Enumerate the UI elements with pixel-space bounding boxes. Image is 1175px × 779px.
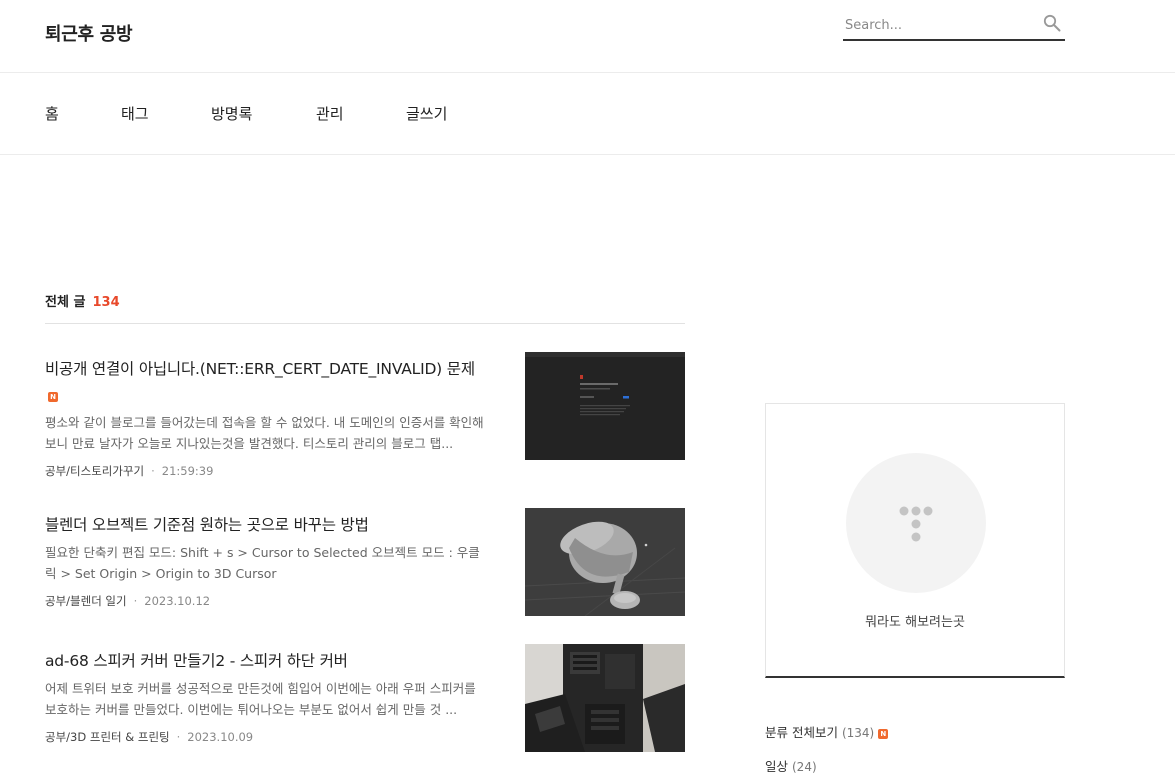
blog-title[interactable]: 퇴근후 공방 (45, 20, 133, 46)
post-title-text: ad-68 스피커 커버 만들기2 - 스피커 하단 커버 (45, 652, 348, 670)
post-list-label: 전체 글 (45, 295, 86, 310)
category-item-all[interactable]: 분류 전체보기 (134) N (765, 722, 1065, 756)
nav-item-tags[interactable]: 태그 (121, 103, 149, 124)
tistory-logo-icon (899, 506, 933, 542)
new-badge: N (48, 391, 58, 402)
post-list-heading: 전체 글 134 (45, 291, 685, 324)
nav-item-home[interactable]: 홈 (45, 103, 59, 124)
meta-separator: · (176, 730, 181, 744)
meta-separator: · (151, 464, 155, 478)
search-icon[interactable] (1043, 14, 1061, 32)
meta-separator: · (133, 594, 138, 608)
search-box (843, 10, 1065, 41)
post-category[interactable]: 공부/3D 프린터 & 프린팅 (45, 730, 170, 744)
blog-profile-card: 뭐라도 해보려는곳 (765, 403, 1065, 678)
post-category[interactable]: 공부/블렌더 일기 (45, 594, 127, 608)
post-title-text: 비공개 연결이 아닙니다.(NET::ERR_CERT_DATE_INVALID… (45, 360, 475, 378)
profile-description: 뭐라도 해보려는곳 (865, 615, 965, 630)
post-date: 2023.10.09 (187, 730, 254, 744)
post-thumbnail[interactable] (525, 508, 685, 616)
category-label: 일상 (765, 759, 789, 774)
post-title[interactable]: 비공개 연결이 아닙니다.(NET::ERR_CERT_DATE_INVALID… (45, 356, 485, 410)
search-input[interactable] (845, 16, 1035, 34)
post-date: 2023.10.12 (144, 594, 211, 608)
post-title[interactable]: 블렌더 오브젝트 기준점 원하는 곳으로 바꾸는 방법 (45, 512, 485, 539)
post-title-text: 블렌더 오브젝트 기준점 원하는 곳으로 바꾸는 방법 (45, 516, 369, 534)
main-nav: 홈 태그 방명록 관리 글쓰기 (0, 73, 1175, 155)
new-badge: N (878, 728, 889, 739)
top-bar: 퇴근후 공방 (0, 0, 1175, 73)
post-item[interactable]: 비공개 연결이 아닙니다.(NET::ERR_CERT_DATE_INVALID… (45, 352, 685, 481)
nav-item-write[interactable]: 글쓰기 (406, 103, 447, 124)
post-date: 21:59:39 (161, 464, 214, 478)
category-label: 분류 전체보기 (765, 725, 838, 740)
nav-item-guestbook[interactable]: 방명록 (211, 103, 252, 124)
browser-error-screenshot-image (525, 352, 685, 460)
post-meta: 공부/블렌더 일기 · 2023.10.12 (45, 593, 210, 609)
post-item[interactable]: ad-68 스피커 커버 만들기2 - 스피커 하단 커버 어제 트위터 보호 … (45, 644, 685, 752)
post-thumbnail[interactable] (525, 644, 685, 752)
post-summary: 어제 트위터 보호 커버를 성공적으로 만든것에 힘입어 이번에는 아래 우퍼 … (45, 681, 476, 717)
post-meta: 공부/3D 프린터 & 프린팅 · 2023.10.09 (45, 729, 253, 745)
post-meta: 공부/티스토리가꾸기 · 21:59:39 (45, 463, 213, 479)
post-summary: 평소와 같이 블로그를 들어갔는데 접속을 할 수 없었다. 내 도메인의 인증… (45, 415, 484, 451)
post-count: 134 (92, 295, 120, 310)
avatar[interactable] (846, 453, 986, 593)
post-thumbnail[interactable] (525, 352, 685, 460)
nav-item-admin[interactable]: 관리 (316, 103, 344, 124)
post-category[interactable]: 공부/티스토리가꾸기 (45, 464, 144, 478)
category-count: (24) (792, 760, 817, 774)
category-count: (134) (841, 726, 875, 740)
post-title[interactable]: ad-68 스피커 커버 만들기2 - 스피커 하단 커버 (45, 648, 485, 675)
post-summary: 필요한 단축키 편집 모드: Shift + s > Cursor to Sel… (45, 545, 480, 581)
category-item-daily[interactable]: 일상 (24) (765, 756, 1065, 779)
category-list: 분류 전체보기 (134) N 일상 (24) (765, 722, 1065, 779)
blender-model-image (525, 508, 685, 616)
speaker-cover-photo-image (525, 644, 685, 752)
post-item[interactable]: 블렌더 오브젝트 기준점 원하는 곳으로 바꾸는 방법 필요한 단축키 편집 모… (45, 508, 685, 616)
